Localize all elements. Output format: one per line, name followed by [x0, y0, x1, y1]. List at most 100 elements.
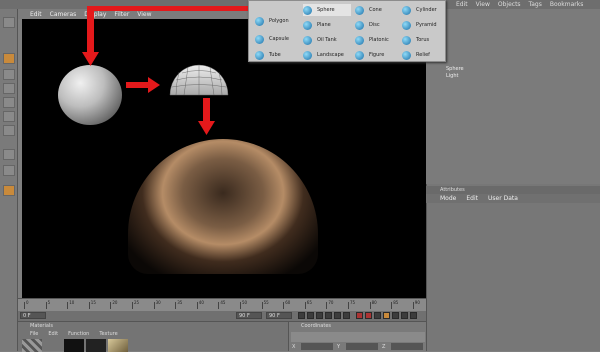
- mat-menu-texture[interactable]: Texture: [99, 331, 117, 337]
- timeline-tick: [348, 302, 349, 309]
- tool-button[interactable]: [3, 97, 15, 108]
- key-mode-button[interactable]: [401, 312, 408, 319]
- timeline-tick-label: 20: [112, 300, 118, 305]
- om-menu-bookmarks[interactable]: Bookmarks: [550, 1, 584, 8]
- material-swatch[interactable]: [108, 339, 128, 352]
- tool-button[interactable]: [3, 69, 15, 80]
- key-mode-button[interactable]: [383, 312, 390, 319]
- tool-button[interactable]: [3, 165, 15, 176]
- attributes-title: Attributes: [440, 187, 465, 193]
- menu-item-tube[interactable]: Tube: [255, 49, 295, 61]
- material-manager: Materials File Edit Function Texture: [18, 321, 288, 352]
- coord-y-field[interactable]: [346, 343, 378, 350]
- primitives-popup-menu: Polygon Capsule Tube Sphere Plane Oil Ta…: [248, 0, 446, 62]
- attr-menu-mode[interactable]: Mode: [440, 195, 456, 202]
- timeline-tick-label: 15: [90, 300, 96, 305]
- om-menu-tags[interactable]: Tags: [529, 1, 542, 8]
- first-frame-button[interactable]: [298, 312, 305, 319]
- coordinates-manager: Coordinates X Y Z: [288, 321, 426, 351]
- menu-filter[interactable]: Filter: [114, 11, 129, 18]
- menu-view[interactable]: View: [137, 11, 151, 18]
- timeline-tick: [45, 302, 47, 309]
- coord-axis-x: X: [292, 344, 296, 350]
- material-swatch[interactable]: [86, 339, 106, 352]
- timeline-tick-label: 35: [177, 300, 183, 305]
- timeline-tick: [218, 302, 220, 309]
- menu-item-pyramid[interactable]: Pyramid: [402, 19, 444, 31]
- tool-button[interactable]: [3, 17, 15, 28]
- timeline-tick-label: 45: [220, 300, 226, 305]
- om-menu-edit[interactable]: Edit: [456, 1, 468, 8]
- model-mode-button[interactable]: [3, 53, 15, 64]
- coord-z-field[interactable]: [391, 343, 423, 350]
- sphere-icon: [303, 5, 312, 15]
- timeline-ruler[interactable]: 0 5 10 15 20 25 30 35 40 45 50 55 60 65 70 75 80 85 90: [18, 298, 426, 311]
- timeline-tick: [369, 302, 371, 309]
- mat-menu-function[interactable]: Function: [68, 331, 89, 337]
- attr-menu-edit[interactable]: Edit: [466, 195, 478, 202]
- tool-button[interactable]: [3, 185, 15, 196]
- tool-button[interactable]: [3, 125, 15, 136]
- material-swatch[interactable]: [64, 339, 84, 352]
- prev-frame-button[interactable]: [307, 312, 314, 319]
- keyframe-button[interactable]: [374, 312, 381, 319]
- play-button[interactable]: [325, 312, 332, 319]
- timeline-tick-label: 80: [371, 300, 377, 305]
- key-mode-button[interactable]: [410, 312, 417, 319]
- menu-item-relief[interactable]: Relief: [402, 49, 444, 61]
- frame-current-field[interactable]: 90 F: [236, 312, 262, 319]
- timeline-tick: [326, 302, 328, 309]
- timeline-tick-label: 30: [155, 300, 161, 305]
- om-menu-objects[interactable]: Objects: [498, 1, 521, 8]
- relief-icon: [402, 50, 411, 60]
- menu-item-polygon[interactable]: Polygon: [255, 15, 295, 27]
- arrow-vertical-connector: [87, 6, 94, 20]
- frame-start-field[interactable]: 0 F: [20, 312, 46, 319]
- tool-button[interactable]: [3, 83, 15, 94]
- tool-button[interactable]: [3, 149, 15, 160]
- timeline-tick-label: 75: [350, 300, 356, 305]
- frame-end-field[interactable]: 90 F: [266, 312, 292, 319]
- menu-item-torus[interactable]: Torus: [402, 34, 444, 46]
- play-back-button[interactable]: [316, 312, 323, 319]
- material-menu: File Edit Function Texture: [30, 331, 118, 337]
- object-manager-menu: Edit View Objects Tags Bookmarks: [446, 0, 600, 9]
- timeline-tick: [110, 302, 112, 309]
- object-item-sphere[interactable]: Sphere: [446, 66, 464, 73]
- menu-item-landscape[interactable]: Landscape: [303, 49, 351, 61]
- menu-item-sphere[interactable]: Sphere: [303, 4, 351, 16]
- menu-item-cylinder[interactable]: Cylinder: [402, 4, 444, 16]
- tool-button[interactable]: [3, 111, 15, 122]
- material-manager-title: Materials: [30, 323, 53, 329]
- menu-item-disc[interactable]: Disc: [355, 19, 399, 31]
- key-mode-button[interactable]: [392, 312, 399, 319]
- timeline-tick-label: 5: [47, 300, 51, 305]
- menu-item-capsule[interactable]: Capsule: [255, 33, 295, 45]
- attributes-menu: Mode Edit User Data: [426, 194, 600, 203]
- capsule-icon: [255, 34, 264, 44]
- menu-edit[interactable]: Edit: [30, 11, 42, 18]
- menu-item-platonic[interactable]: Platonic: [355, 34, 399, 46]
- menu-item-figure[interactable]: Figure: [355, 49, 399, 61]
- attr-menu-user-data[interactable]: User Data: [488, 195, 518, 202]
- menu-cameras[interactable]: Cameras: [50, 11, 77, 18]
- coord-x-field[interactable]: [301, 343, 333, 350]
- next-frame-button[interactable]: [334, 312, 341, 319]
- cone-icon: [355, 5, 364, 15]
- menu-item-oil-tank[interactable]: Oil Tank: [303, 34, 351, 46]
- object-item-light[interactable]: Light: [446, 73, 458, 80]
- pyramid-icon: [402, 20, 411, 30]
- autokey-button[interactable]: [365, 312, 372, 319]
- record-button[interactable]: [356, 312, 363, 319]
- material-swatch[interactable]: [22, 339, 42, 352]
- object-tree[interactable]: [426, 9, 600, 184]
- platonic-icon: [355, 35, 364, 45]
- menu-item-cone[interactable]: Cone: [355, 4, 399, 16]
- timeline-tick: [67, 302, 69, 309]
- mat-menu-file[interactable]: File: [30, 331, 38, 337]
- last-frame-button[interactable]: [343, 312, 350, 319]
- mat-menu-edit[interactable]: Edit: [48, 331, 58, 337]
- coord-axis-z: Z: [382, 344, 386, 350]
- menu-item-plane[interactable]: Plane: [303, 19, 351, 31]
- om-menu-view[interactable]: View: [476, 1, 490, 8]
